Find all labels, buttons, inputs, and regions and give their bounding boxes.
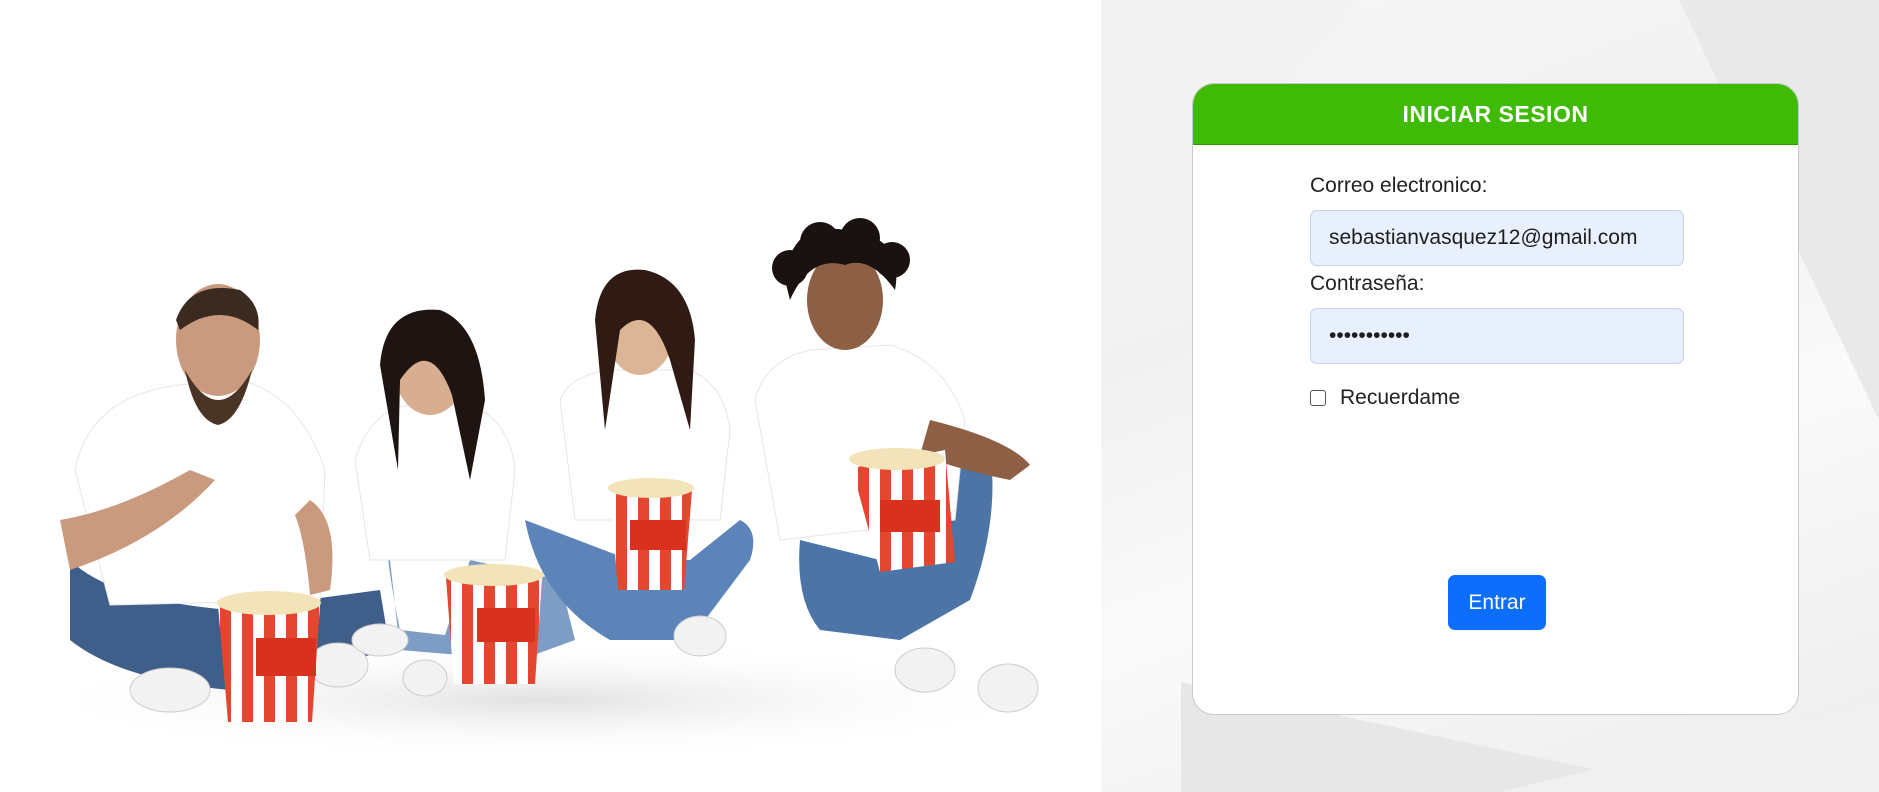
people-eating-popcorn-photo bbox=[20, 218, 1060, 760]
login-card: INICIAR SESION Correo electronico: Contr… bbox=[1192, 83, 1799, 715]
email-label: Correo electronico: bbox=[1310, 174, 1488, 197]
card-header: INICIAR SESION bbox=[1193, 84, 1798, 145]
hero-panel bbox=[0, 0, 1101, 792]
popcorn-bucket-2 bbox=[444, 564, 544, 684]
login-button[interactable]: Entrar bbox=[1448, 575, 1546, 630]
login-form: Correo electronico: Contraseña: Recuerda… bbox=[1310, 174, 1684, 410]
remember-label: Recuerdame bbox=[1340, 386, 1461, 409]
background-facet bbox=[1499, 702, 1879, 792]
popcorn-bucket-1 bbox=[217, 591, 321, 722]
popcorn-bucket-4 bbox=[849, 448, 955, 572]
remember-row: Recuerdame bbox=[1310, 386, 1684, 410]
password-input[interactable] bbox=[1310, 308, 1684, 364]
remember-checkbox[interactable] bbox=[1310, 390, 1326, 406]
email-input[interactable] bbox=[1310, 210, 1684, 266]
login-title: INICIAR SESION bbox=[1402, 100, 1589, 127]
password-label: Contraseña: bbox=[1310, 272, 1425, 295]
popcorn-bucket-3 bbox=[608, 478, 694, 590]
